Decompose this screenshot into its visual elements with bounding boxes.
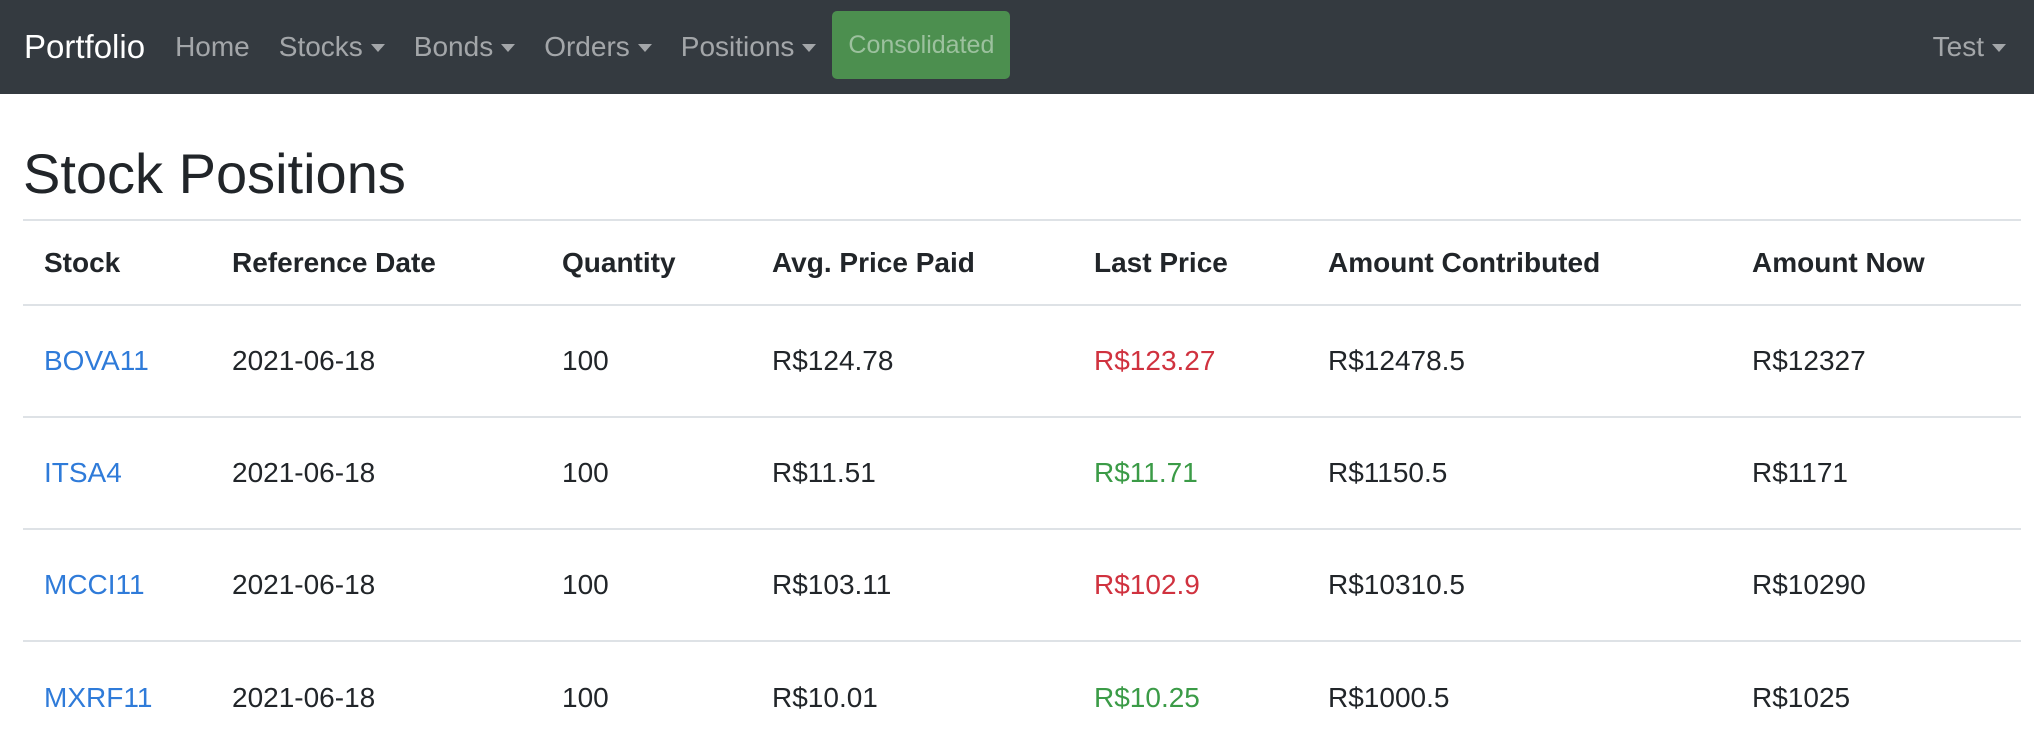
amount-now-cell: R$10290 [1752, 569, 1866, 600]
reference-date-cell: 2021-06-18 [232, 457, 376, 488]
avg-price-cell: R$10.01 [772, 681, 878, 713]
reference-date-cell: 2021-06-18 [232, 681, 376, 713]
nav-bonds-label: Bonds [413, 31, 494, 62]
stock-link[interactable]: MXRF11 [44, 682, 152, 713]
last-price-cell: R$11.71 [1094, 457, 1198, 488]
table-row: MXRF11 2021-06-18 100 R$10.01 R$10.25 R$… [23, 641, 2021, 753]
nav-stocks-label: Stocks [278, 31, 363, 62]
quantity-cell: 100 [562, 457, 609, 488]
nav-positions-dropdown[interactable]: Positions [681, 31, 817, 63]
nav-home-label: Home [175, 31, 250, 62]
header-quantity: Quantity [562, 246, 676, 278]
table-row: ITSA4 2021-06-18 100 R$11.51 R$11.71 R$1… [23, 417, 2021, 529]
nav-stocks-dropdown[interactable]: Stocks [279, 31, 385, 63]
amount-now-cell: R$1171 [1752, 457, 1849, 488]
last-price-cell: R$123.27 [1094, 345, 1216, 376]
reference-date-cell: 2021-06-18 [232, 345, 376, 376]
amount-contributed-cell: R$1000.5 [1328, 681, 1450, 713]
brand-link[interactable]: Portfolio [24, 28, 145, 66]
header-reference-date: Reference Date [232, 246, 436, 278]
table-header-row: Stock Reference Date Quantity Avg. Price… [23, 220, 2021, 305]
nav-orders-label: Orders [544, 31, 630, 62]
user-menu-label: Test [1932, 31, 1984, 62]
amount-now-cell: R$1025 [1752, 681, 1851, 713]
caret-down-icon [1992, 44, 2006, 52]
caret-down-icon [370, 44, 385, 52]
nav-right: Test [1933, 0, 2006, 94]
table-row: MCCI11 2021-06-18 100 R$103.11 R$102.9 R… [23, 529, 2021, 641]
stock-link[interactable]: BOVA11 [44, 345, 149, 376]
header-amount-contributed: Amount Contributed [1328, 246, 1601, 278]
amount-contributed-cell: R$10310.5 [1328, 569, 1466, 600]
caret-down-icon [501, 44, 516, 52]
header-amount-now: Amount Now [1752, 246, 1925, 278]
header-last-price: Last Price [1094, 246, 1228, 278]
header-avg-price-paid: Avg. Price Paid [772, 246, 975, 278]
avg-price-cell: R$103.11 [772, 569, 892, 600]
nav-orders-dropdown[interactable]: Orders [544, 31, 652, 63]
stock-link[interactable]: ITSA4 [44, 457, 122, 488]
stock-link[interactable]: MCCI11 [44, 569, 145, 600]
stock-positions-table: Stock Reference Date Quantity Avg. Price… [23, 219, 2021, 753]
nav-bonds-dropdown[interactable]: Bonds [413, 31, 516, 63]
quantity-cell: 100 [562, 345, 609, 376]
amount-contributed-cell: R$1150.5 [1328, 457, 1448, 488]
avg-price-cell: R$124.78 [772, 345, 894, 376]
amount-now-cell: R$12327 [1752, 345, 1866, 376]
consolidated-button[interactable]: Consolidated [832, 11, 1011, 79]
caret-down-icon [637, 44, 652, 52]
caret-down-icon [802, 44, 817, 52]
nav-positions-label: Positions [680, 31, 795, 62]
table-row: BOVA11 2021-06-18 100 R$124.78 R$123.27 … [23, 305, 2021, 417]
last-price-cell: R$10.25 [1094, 681, 1200, 713]
navbar: Portfolio Home Stocks Bonds Orders Posit… [0, 0, 2034, 94]
avg-price-cell: R$11.51 [772, 457, 876, 488]
last-price-cell: R$102.9 [1094, 569, 1200, 600]
header-stock: Stock [44, 246, 121, 278]
nav-home[interactable]: Home [175, 31, 250, 63]
reference-date-cell: 2021-06-18 [232, 569, 376, 600]
page-title: Stock Positions [23, 142, 406, 205]
user-menu-dropdown[interactable]: Test [1933, 31, 2006, 63]
quantity-cell: 100 [562, 681, 609, 713]
quantity-cell: 100 [562, 569, 609, 600]
amount-contributed-cell: R$12478.5 [1328, 345, 1466, 376]
